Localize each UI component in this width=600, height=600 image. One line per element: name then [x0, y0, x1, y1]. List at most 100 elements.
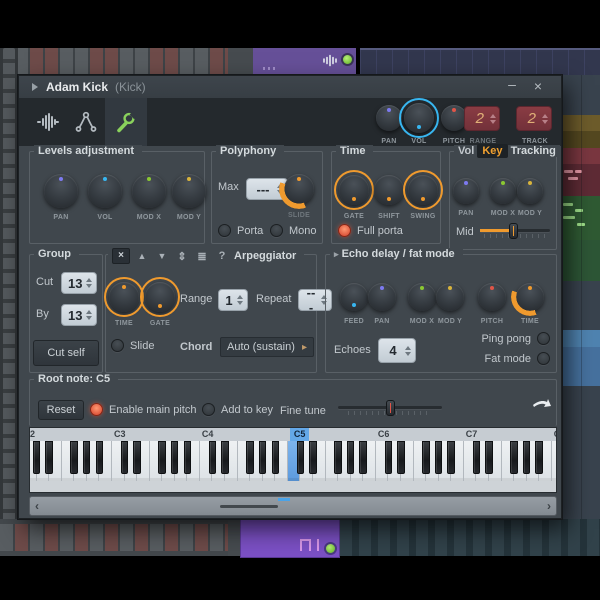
- black-key[interactable]: [209, 441, 216, 474]
- tab-sample[interactable]: [29, 98, 67, 146]
- chord-dropdown[interactable]: Auto (sustain) ▸: [220, 337, 314, 357]
- keyboard[interactable]: 2C3C4C5C6C7C: [29, 427, 557, 493]
- black-key[interactable]: [359, 441, 366, 474]
- black-key[interactable]: [334, 441, 341, 474]
- fat-mode-radio[interactable]: [537, 352, 550, 365]
- stepper-arrows-icon[interactable]: [86, 310, 92, 320]
- black-key[interactable]: [221, 441, 228, 474]
- echoes-spinner[interactable]: 4: [378, 338, 416, 363]
- black-key[interactable]: [510, 441, 517, 474]
- levels-pan-knob[interactable]: [44, 174, 78, 208]
- stepper-arrows-icon[interactable]: [237, 295, 243, 305]
- stepper-arrows-icon[interactable]: [542, 114, 548, 124]
- ping-pong-radio[interactable]: [537, 332, 550, 345]
- black-key[interactable]: [385, 441, 392, 474]
- porta-option[interactable]: Porta: [218, 224, 263, 237]
- black-key[interactable]: [33, 441, 40, 474]
- full-porta-radio[interactable]: [338, 224, 351, 237]
- levels-modx-knob[interactable]: [132, 174, 166, 208]
- black-key[interactable]: [523, 441, 530, 474]
- swing-knob[interactable]: [408, 175, 438, 205]
- levels-mody-knob[interactable]: [172, 174, 206, 208]
- pitch-range-value[interactable]: 2: [464, 106, 500, 131]
- scroll-right-icon[interactable]: ›: [547, 499, 551, 513]
- tracking-tab-key[interactable]: Key: [477, 144, 507, 158]
- reset-button[interactable]: Reset: [38, 400, 84, 420]
- by-spinner[interactable]: 13: [61, 304, 97, 326]
- echo-time-knob[interactable]: [516, 283, 544, 311]
- black-key[interactable]: [121, 441, 128, 474]
- minimize-button[interactable]: –: [503, 76, 521, 92]
- tab-misc-functions[interactable]: [105, 98, 147, 146]
- black-key[interactable]: [171, 441, 178, 474]
- black-key[interactable]: [259, 441, 266, 474]
- stepper-arrows-icon[interactable]: [405, 346, 411, 356]
- black-key[interactable]: [422, 441, 429, 474]
- mono-radio[interactable]: [270, 224, 283, 237]
- black-key[interactable]: [133, 441, 140, 474]
- master-volume-knob[interactable]: [404, 103, 434, 133]
- section-arrow-icon[interactable]: ▸: [334, 249, 339, 259]
- cut-spinner[interactable]: 13: [61, 272, 97, 294]
- arp-slide-option[interactable]: Slide: [111, 339, 154, 352]
- black-key[interactable]: [45, 441, 52, 474]
- keyboard-keys[interactable]: [30, 441, 556, 481]
- keyboard-scrollbar[interactable]: ‹ ›: [29, 496, 557, 516]
- full-porta-option[interactable]: Full porta: [338, 224, 403, 237]
- slide-time-knob[interactable]: [284, 174, 314, 204]
- black-key[interactable]: [272, 441, 279, 474]
- tracking-tab-vol[interactable]: Vol: [458, 145, 474, 157]
- arp-up-icon[interactable]: ▲: [134, 251, 150, 261]
- white-key[interactable]: [552, 441, 557, 481]
- echo-pan-knob[interactable]: [368, 283, 396, 311]
- black-key[interactable]: [473, 441, 480, 474]
- gate-knob[interactable]: [339, 175, 369, 205]
- echo-feed-knob[interactable]: [340, 283, 368, 311]
- black-key[interactable]: [535, 441, 542, 474]
- cut-self-button[interactable]: Cut self: [33, 340, 99, 366]
- arp-slide-radio[interactable]: [111, 339, 124, 352]
- tracking-pan-knob[interactable]: [453, 178, 479, 204]
- fat-mode-option[interactable]: Fat mode: [485, 352, 550, 365]
- black-key[interactable]: [447, 441, 454, 474]
- black-key[interactable]: [397, 441, 404, 474]
- black-key[interactable]: [158, 441, 165, 474]
- close-button[interactable]: ×: [529, 78, 547, 94]
- tracking-mody-knob[interactable]: [517, 178, 543, 204]
- arp-gate-knob[interactable]: [145, 282, 175, 312]
- arp-off-icon[interactable]: ×: [112, 248, 130, 264]
- black-key[interactable]: [309, 441, 316, 474]
- track-value[interactable]: 2: [516, 106, 552, 131]
- black-key[interactable]: [347, 441, 354, 474]
- black-key[interactable]: [246, 441, 253, 474]
- playlist-pattern-clip[interactable]: [240, 519, 340, 558]
- fine-tune-slider[interactable]: [338, 400, 442, 417]
- enable-main-pitch-radio[interactable]: [90, 403, 103, 416]
- arp-time-knob[interactable]: [109, 282, 139, 312]
- porta-radio[interactable]: [218, 224, 231, 237]
- echo-pitch-knob[interactable]: [478, 283, 506, 311]
- add-to-key-radio[interactable]: [202, 403, 215, 416]
- echo-modx-knob[interactable]: [408, 283, 436, 311]
- arp-range-spinner[interactable]: 1: [218, 289, 248, 311]
- scroll-left-icon[interactable]: ‹: [35, 499, 39, 513]
- slider-handle[interactable]: [509, 223, 518, 239]
- stepper-arrows-icon[interactable]: [86, 278, 92, 288]
- mid-slider[interactable]: [480, 223, 550, 240]
- ping-pong-option[interactable]: Ping pong: [481, 332, 550, 345]
- add-to-key-option[interactable]: Add to key: [202, 403, 273, 416]
- channel-menu-arrow-icon[interactable]: [32, 83, 38, 91]
- arp-bounce-icon[interactable]: ⇕: [174, 250, 190, 263]
- mono-option[interactable]: Mono: [270, 224, 317, 237]
- arp-down-icon[interactable]: ▼: [154, 251, 170, 261]
- echo-mody-knob[interactable]: [436, 283, 464, 311]
- black-key[interactable]: [184, 441, 191, 474]
- tracking-modx-knob[interactable]: [490, 178, 516, 204]
- black-key[interactable]: [297, 441, 304, 474]
- tab-envelope[interactable]: [67, 98, 105, 146]
- black-key[interactable]: [70, 441, 77, 474]
- black-key[interactable]: [96, 441, 103, 474]
- arp-sticky-icon[interactable]: ≣: [194, 250, 210, 263]
- arp-random-icon[interactable]: ?: [214, 250, 230, 262]
- send-to-piano-icon[interactable]: [532, 398, 552, 414]
